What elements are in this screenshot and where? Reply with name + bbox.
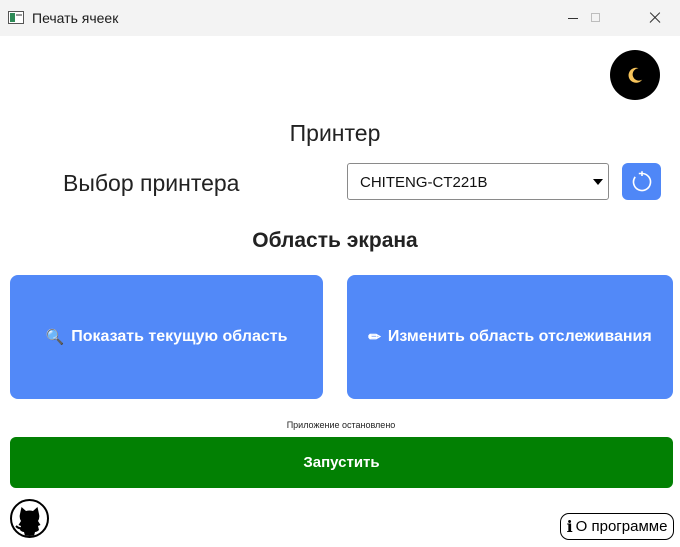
- printer-select-label: Выбор принтера: [63, 170, 240, 196]
- github-button[interactable]: [10, 499, 49, 538]
- moon-icon: [628, 67, 643, 83]
- maximize-button[interactable]: [573, 0, 619, 36]
- refresh-printers-button[interactable]: [622, 163, 661, 200]
- change-area-label: Изменить область отслеживания: [387, 328, 652, 345]
- app-icon: [8, 11, 24, 24]
- close-button[interactable]: [632, 0, 678, 36]
- show-area-label: Показать текущую область: [71, 328, 288, 345]
- start-button[interactable]: Запустить: [10, 437, 673, 488]
- screen-area-heading: Область экрана: [252, 229, 418, 252]
- printer-select-value: CHITENG-CT221B: [360, 174, 488, 191]
- show-area-button[interactable]: 🔍 Показать текущую область: [10, 275, 323, 399]
- window-title: Печать ячеек: [32, 10, 119, 26]
- about-button[interactable]: i О программе: [560, 513, 674, 540]
- refresh-icon: [632, 170, 651, 191]
- pencil-icon: ✏: [368, 329, 381, 346]
- magnifier-icon: 🔍: [45, 329, 65, 346]
- change-area-button[interactable]: ✏ Изменить область отслеживания: [347, 275, 673, 399]
- info-icon: i: [566, 517, 573, 536]
- github-icon: [15, 507, 41, 536]
- status-text: Приложение остановлено: [286, 420, 396, 430]
- printer-select[interactable]: CHITENG-CT221B: [347, 163, 609, 200]
- about-label: О программе: [575, 518, 668, 535]
- title-bar: Печать ячеек: [0, 0, 680, 36]
- theme-toggle-button[interactable]: [610, 50, 660, 100]
- chevron-down-icon: [593, 179, 603, 185]
- printer-heading: Принтер: [289, 120, 381, 146]
